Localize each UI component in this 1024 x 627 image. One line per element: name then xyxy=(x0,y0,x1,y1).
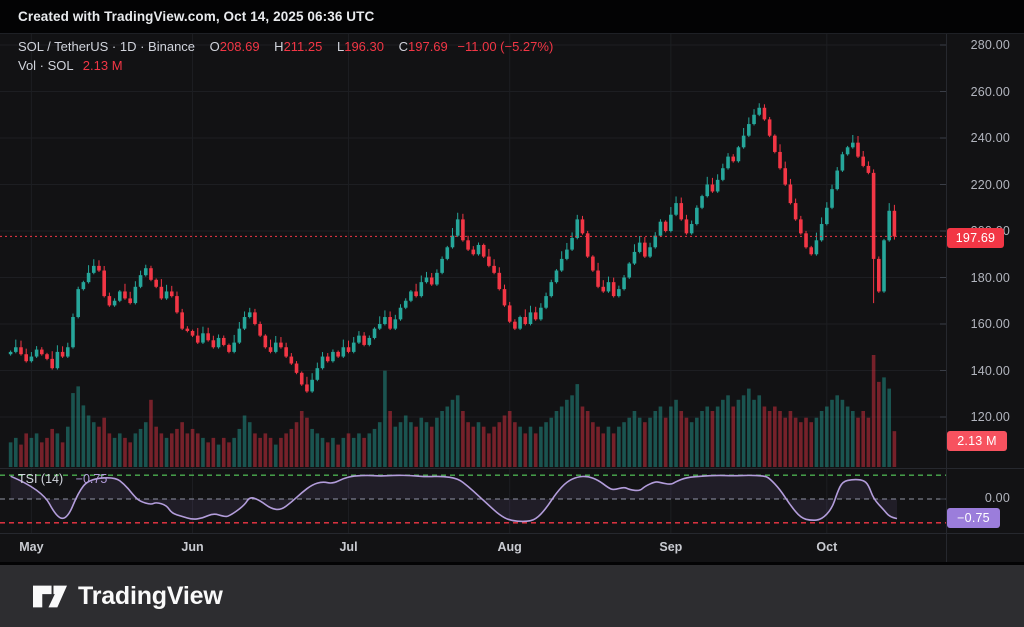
time-axis-label-oct: Oct xyxy=(816,540,838,554)
price-axis-label: 160.00 xyxy=(970,317,1010,331)
price-axis-label: 180.00 xyxy=(970,270,1010,285)
ohlc-close-label: C xyxy=(398,39,408,54)
volume-legend-label: Vol · SOL xyxy=(18,58,74,73)
symbol-title[interactable]: SOL / TetherUS · 1D · Binance xyxy=(18,39,195,54)
price-axis-label: 280.00 xyxy=(970,38,1010,52)
ohlc-high-label: H xyxy=(274,39,284,54)
price-axis-label: 260.00 xyxy=(970,84,1010,99)
time-axis-label-sep: Sep xyxy=(659,540,683,554)
tsi-legend-value: −0.75 xyxy=(75,472,108,486)
tradingview-logo-icon[interactable] xyxy=(33,583,67,610)
footer-bar: TradingView xyxy=(0,565,1024,627)
volume-badge: 2.13 M xyxy=(947,431,1007,451)
last-price-badge: 197.69 xyxy=(947,228,1004,248)
time-axis-label-jun: Jun xyxy=(181,540,204,554)
tradingview-snapshot: Created with TradingView.com, Oct 14, 20… xyxy=(0,0,1024,627)
tradingview-brand-text[interactable]: TradingView xyxy=(78,582,223,611)
time-axis-label-aug: Aug xyxy=(497,540,522,554)
ohlc-high-value: 211.25 xyxy=(283,39,323,54)
tsi-value-badge: −0.75 xyxy=(947,508,1000,528)
price-axis-label: 220.00 xyxy=(970,177,1010,192)
ohlc-open-value: 208.69 xyxy=(219,39,260,54)
ohlc-low-value: 196.30 xyxy=(344,39,384,54)
tsi-legend[interactable]: TSI (14) −0.75 xyxy=(18,472,107,486)
ohlc-open-label: O xyxy=(209,39,220,54)
time-axis-label-may: May xyxy=(19,540,44,554)
volume-legend[interactable]: Vol · SOL 2.13 M xyxy=(18,58,123,73)
tsi-legend-label: TSI (14) xyxy=(18,472,64,486)
time-axis-label-jul: Jul xyxy=(339,540,358,554)
snapshot-title-text: Created with TradingView.com, Oct 14, 20… xyxy=(18,9,375,24)
chart-canvas[interactable] xyxy=(0,0,1024,627)
ohlc-close-value: 197.69 xyxy=(408,39,448,54)
price-axis-label: 140.00 xyxy=(970,363,1010,378)
volume-legend-value: 2.13 M xyxy=(82,58,123,73)
symbol-legend[interactable]: SOL / TetherUS · 1D · Binance O208.69 H2… xyxy=(18,39,553,54)
price-axis-label: 120.00 xyxy=(970,410,1010,424)
snapshot-title: Created with TradingView.com, Oct 14, 20… xyxy=(0,0,1024,33)
price-axis-label: 240.00 xyxy=(970,131,1010,145)
change-value: −11.00 (−5.27%) xyxy=(457,39,554,54)
tsi-zero-axis-label: 0.00 xyxy=(984,491,1010,505)
